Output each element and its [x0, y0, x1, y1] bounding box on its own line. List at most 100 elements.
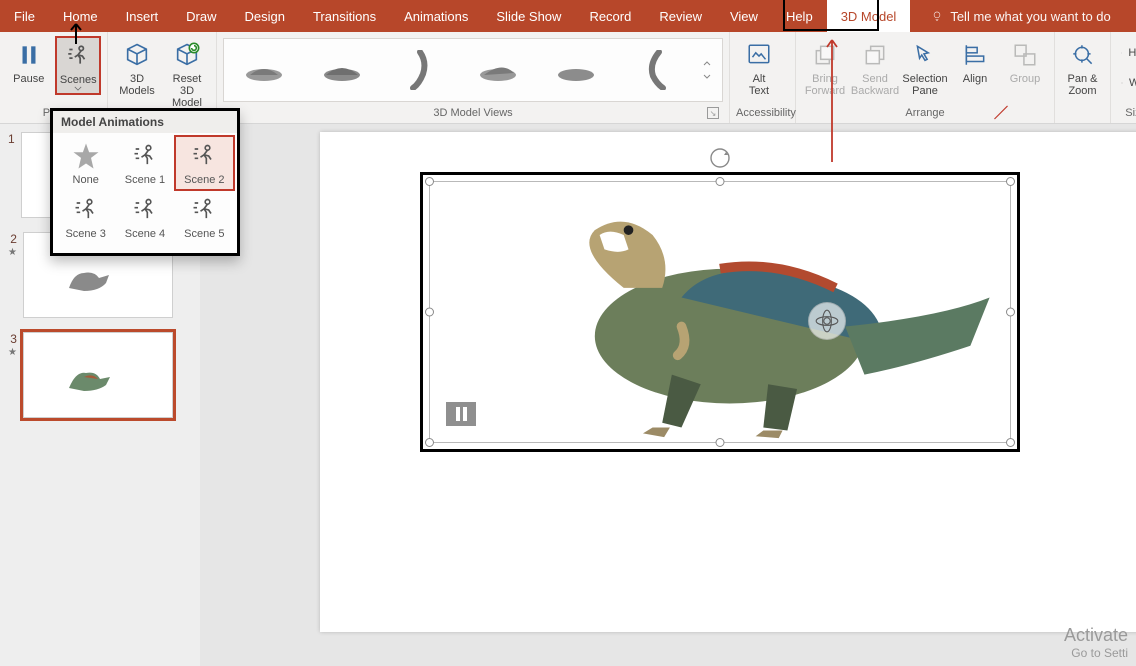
- group-label-size: Size: [1117, 106, 1136, 121]
- send-backward-button[interactable]: Send Backward: [852, 36, 898, 100]
- tab-home[interactable]: Home: [49, 0, 112, 32]
- pan-zoom-label: Pan & Zoom: [1068, 73, 1098, 97]
- slide-number: 3: [10, 332, 17, 346]
- pan-zoom-button[interactable]: Pan & Zoom: [1061, 36, 1104, 100]
- resize-handle[interactable]: [425, 177, 434, 186]
- resize-handle[interactable]: [425, 438, 434, 447]
- running-figure-icon: [186, 194, 222, 226]
- dinosaur-icon: [64, 363, 114, 393]
- tab-review[interactable]: Review: [645, 0, 716, 32]
- align-button[interactable]: Align: [952, 36, 998, 88]
- ribbon-group-size: Heig Widt Size: [1111, 32, 1136, 123]
- 3d-views-gallery[interactable]: [223, 38, 723, 102]
- group-label-arrange: Arrange ／: [802, 106, 1048, 121]
- tab-transitions[interactable]: Transitions: [299, 0, 390, 32]
- animation-star-icon: ★: [8, 248, 17, 258]
- tab-record[interactable]: Record: [575, 0, 645, 32]
- scene-3-label: Scene 3: [65, 228, 105, 240]
- ribbon-tabstrip: File Home Insert Draw Design Transitions…: [0, 0, 1136, 32]
- send-backward-label: Send Backward: [851, 73, 899, 97]
- resize-handle[interactable]: [716, 438, 725, 447]
- tab-animations[interactable]: Animations: [390, 0, 482, 32]
- resize-handle[interactable]: [1006, 177, 1015, 186]
- selection-pane-button[interactable]: Selection Pane: [902, 36, 948, 100]
- view-thumb[interactable]: [312, 47, 372, 93]
- running-figure-icon: [127, 140, 163, 172]
- cube-icon: [121, 39, 153, 71]
- lightbulb-icon: [930, 9, 944, 23]
- resize-handle[interactable]: [1006, 308, 1015, 317]
- gallery-scroll-icon[interactable]: [702, 50, 712, 90]
- running-figure-icon: [186, 140, 222, 172]
- bring-forward-label: Bring Forward: [805, 73, 845, 97]
- group-icon: [1009, 39, 1041, 71]
- scene-5-label: Scene 5: [184, 228, 224, 240]
- view-thumb[interactable]: [390, 47, 450, 93]
- windows-activate-watermark: Activate Go to Setti: [1064, 625, 1128, 660]
- scene-none[interactable]: None: [57, 137, 114, 189]
- ribbon-group-views: 3D Model Views ↘: [217, 32, 730, 123]
- selection-pane-label: Selection Pane: [902, 73, 947, 97]
- pause-button[interactable]: Pause: [6, 36, 51, 88]
- pause-label: Pause: [13, 73, 44, 85]
- reset-3d-button[interactable]: Reset 3D Model: [164, 36, 210, 112]
- 3d-models-label: 3D Models: [119, 73, 154, 97]
- tab-3d-model[interactable]: 3D Model: [827, 0, 911, 32]
- view-thumb[interactable]: [234, 47, 294, 93]
- resize-handle[interactable]: [716, 177, 725, 186]
- scenes-dropdown-title: Model Animations: [53, 111, 237, 133]
- 3d-model-object[interactable]: [420, 172, 1020, 452]
- scene-1[interactable]: Scene 1: [116, 137, 173, 189]
- group-btn-label: Group: [1010, 73, 1041, 85]
- tab-slideshow[interactable]: Slide Show: [482, 0, 575, 32]
- watermark-title: Activate: [1064, 625, 1128, 646]
- slide-canvas[interactable]: Activate Go to Setti: [200, 124, 1136, 666]
- pause-icon: [13, 39, 45, 71]
- play-pause-overlay[interactable]: [446, 402, 476, 426]
- resize-handle[interactable]: [1006, 438, 1015, 447]
- dinosaur-icon: [64, 263, 114, 293]
- watermark-sub: Go to Setti: [1064, 646, 1128, 660]
- alt-text-icon: [743, 39, 775, 71]
- tab-design[interactable]: Design: [231, 0, 299, 32]
- scene-2[interactable]: Scene 2: [176, 137, 233, 189]
- bring-forward-icon: [809, 39, 841, 71]
- group-button[interactable]: Group: [1002, 36, 1048, 88]
- reset-3d-label: Reset 3D Model: [167, 73, 207, 109]
- dialog-launcher-icon[interactable]: ↘: [707, 107, 719, 119]
- scene-5[interactable]: Scene 5: [176, 191, 233, 243]
- rotate-handle-icon[interactable]: [708, 146, 732, 170]
- tab-draw[interactable]: Draw: [172, 0, 230, 32]
- object-bounds: [429, 181, 1011, 443]
- scene-3[interactable]: Scene 3: [57, 191, 114, 243]
- running-figure-icon: [68, 194, 104, 226]
- group-label-views: 3D Model Views ↘: [223, 106, 723, 121]
- tab-view[interactable]: View: [716, 0, 772, 32]
- ribbon-group-panzoom: Pan & Zoom: [1055, 32, 1111, 123]
- height-field[interactable]: Heig: [1117, 42, 1136, 64]
- 3d-models-button[interactable]: 3D Models: [114, 36, 160, 100]
- running-figure-icon: [62, 40, 94, 72]
- slide-thumb-3[interactable]: 3★: [8, 332, 192, 418]
- resize-handle[interactable]: [425, 308, 434, 317]
- view-thumb[interactable]: [546, 47, 606, 93]
- star-icon: [68, 140, 104, 172]
- scene-4[interactable]: Scene 4: [116, 191, 173, 243]
- bring-forward-button[interactable]: Bring Forward: [802, 36, 848, 100]
- running-figure-icon: [127, 194, 163, 226]
- tab-insert[interactable]: Insert: [112, 0, 173, 32]
- scenes-button[interactable]: Scenes: [55, 36, 101, 95]
- view-thumb[interactable]: [624, 47, 684, 93]
- scene-2-label: Scene 2: [184, 174, 224, 186]
- scenes-label: Scenes: [60, 74, 97, 86]
- tab-help[interactable]: Help: [772, 0, 827, 32]
- view-thumb[interactable]: [468, 47, 528, 93]
- tab-file[interactable]: File: [0, 0, 49, 32]
- tell-me-label: Tell me what you want to do: [950, 9, 1110, 24]
- width-field[interactable]: Widt: [1117, 72, 1136, 94]
- 3d-rotate-handle[interactable]: [808, 302, 846, 340]
- alt-text-button[interactable]: Alt Text: [736, 36, 782, 100]
- tell-me-search[interactable]: Tell me what you want to do: [930, 9, 1110, 24]
- slide-number: 2: [10, 232, 17, 246]
- pan-zoom-icon: [1067, 39, 1099, 71]
